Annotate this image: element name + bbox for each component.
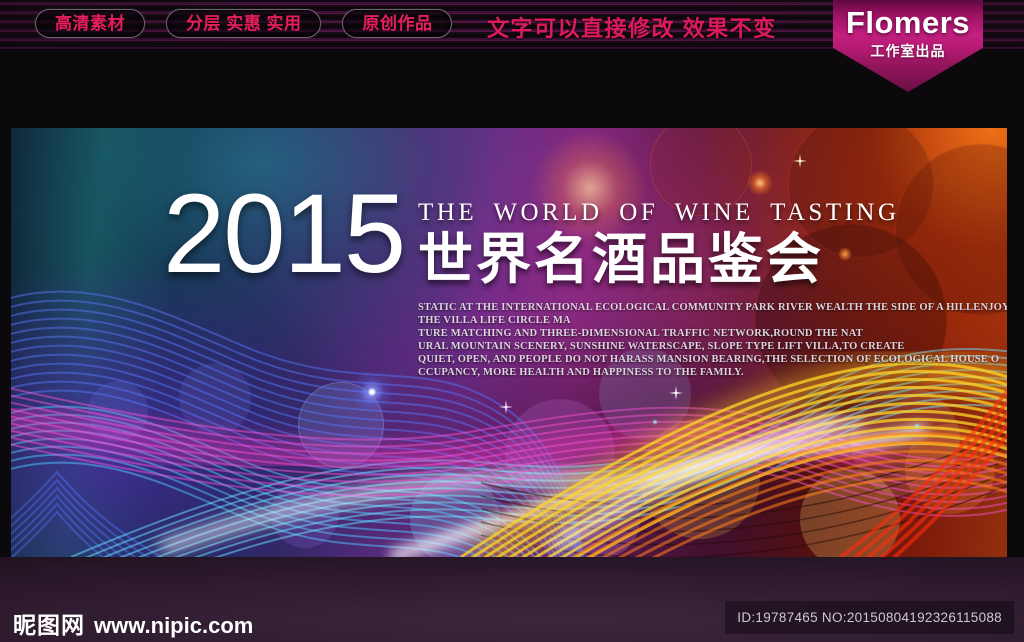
- site-url: www.nipic.com: [94, 613, 254, 638]
- poster-title-chinese: 世界名酒品鉴会: [418, 229, 825, 290]
- badge-brand-name: Flomers: [845, 5, 971, 40]
- tag-layered-practical: 分层 实惠 实用: [166, 9, 322, 38]
- body-line: STATIC AT THE INTERNATIONAL ECOLOGICAL C…: [418, 302, 1007, 313]
- tag-row: 高清素材 分层 实惠 实用 原创作品: [35, 9, 453, 38]
- tag-hd-material: 高清素材: [35, 9, 145, 38]
- badge-studio-label: 工作室出品: [870, 43, 946, 59]
- editable-text-promo: 文字可以直接修改 效果不变: [487, 16, 777, 41]
- nipic-logo: 昵图网 www.nipic.com: [13, 606, 253, 640]
- watermark-footer: 昵图网 www.nipic.com ID:19787465 NO:2015080…: [0, 557, 1024, 642]
- wine-tasting-poster: 2015 THE WORLD OF WINE TASTING 世界名酒品鉴会 S…: [11, 128, 1007, 557]
- flomers-studio-badge: Flomers 工作室出品: [833, 0, 983, 92]
- poster-title-block: THE WORLD OF WINE TASTING 世界名酒品鉴会 STATIC…: [418, 198, 1007, 379]
- body-line: THE VILLA LIFE CIRCLE MA: [418, 315, 571, 326]
- body-line: CCUPANCY, MORE HEALTH AND HAPPINESS TO T…: [418, 367, 744, 378]
- body-line: TURE MATCHING AND THREE-DIMENSIONAL TRAF…: [418, 328, 863, 339]
- poster-body-text: STATIC AT THE INTERNATIONAL ECOLOGICAL C…: [418, 301, 1007, 379]
- image-id-text: ID:19787465 NO:20150804192326115088: [725, 601, 1014, 634]
- tag-original-work: 原创作品: [342, 9, 453, 38]
- poster-year: 2015: [163, 171, 406, 296]
- site-name: 昵图网: [13, 613, 85, 638]
- nipic-preview-page: 高清素材 分层 实惠 实用 原创作品 文字可以直接修改 效果不变 Flomers…: [0, 0, 1024, 642]
- body-line: QUIET, OPEN, AND PEOPLE DO NOT HARASS MA…: [418, 354, 1000, 365]
- body-line: URAL MOUNTAIN SCENERY, SUNSHINE WATERSCA…: [418, 341, 905, 352]
- poster-title-english: THE WORLD OF WINE TASTING: [418, 199, 900, 226]
